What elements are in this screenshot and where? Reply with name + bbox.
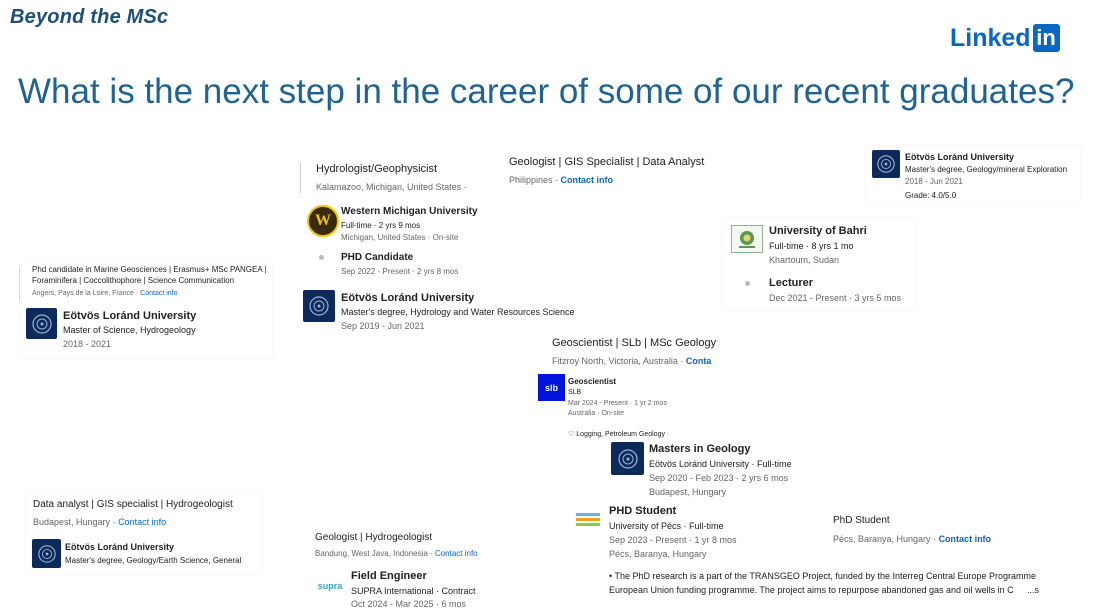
contact-info-link[interactable]: Contact info: [561, 175, 614, 185]
profile-headline: PhD Student: [833, 515, 890, 526]
school-name[interactable]: Eötvös Loránd University: [341, 292, 474, 304]
employment-type: Full-time · 8 yrs 1 mo: [769, 241, 854, 251]
supra-logo-icon: supra: [313, 571, 347, 601]
page-title: What is the next step in the career of s…: [18, 72, 1075, 111]
profile-location: Budapest, Hungary ·: [33, 517, 119, 527]
wmu-logo-letter: W: [315, 212, 331, 229]
wmu-logo-icon: W: [307, 205, 339, 237]
school-name[interactable]: Eötvös Loránd University: [905, 152, 1014, 162]
skills-text: Logging, Petroleum Geology ·: [576, 431, 670, 438]
dates-text: Sep 2019 - Jun 2021: [341, 321, 425, 331]
employment-type: Full-time · 2 yrs 9 mos: [341, 221, 421, 230]
pecs-logo-icon: [574, 508, 602, 530]
profile-card-marine-geosciences: Phd candidate in Marine Geosciences | Er…: [19, 262, 272, 358]
timeline-dot: [319, 255, 324, 260]
elte-seal-icon: [32, 539, 61, 568]
grade-text: Grade: 4.0/5.0: [905, 191, 957, 200]
profile-headline: Geologist | Hydrogeologist: [315, 532, 433, 543]
dates-text: Sep 2020 - Feb 2023 · 2 yrs 6 mos: [649, 473, 789, 483]
logo-bar: [576, 517, 600, 521]
timeline-dot: [745, 281, 750, 286]
linkedin-logo: Linked in: [950, 24, 1060, 52]
role-dates: Dec 2021 - Present · 3 yrs 5 mos: [769, 293, 902, 303]
organization-name: SUPRA International · Contract: [351, 586, 476, 596]
profile-location: Pécs, Baranya, Hungary ·: [833, 534, 939, 544]
profile-card-data-analyst: Data analyst | GIS specialist | Hydrogeo…: [26, 494, 262, 574]
degree-text: Master's degree, Geology/mineral Explora…: [905, 165, 1068, 174]
profile-headline: Phd candidate in Marine Geosciences | Er…: [32, 265, 267, 274]
dates-text: Sep 2023 - Present · 1 yr 8 mos: [609, 535, 737, 545]
profile-location: Kalamazoo, Michigan, United States ·: [316, 182, 467, 192]
contact-info-link[interactable]: Contact info: [118, 517, 166, 527]
profile-card-university-bahri: University of Bahri Full-time · 8 yrs 1 …: [722, 218, 914, 310]
skills-icon: ♡: [568, 431, 577, 438]
organization-name[interactable]: Western Michigan University: [341, 206, 478, 217]
contact-info-link[interactable]: Contact info: [435, 549, 478, 558]
role-dates: Sep 2022 - Present · 2 yrs 8 mos: [341, 267, 459, 276]
card-divider: [19, 266, 20, 302]
profile-headline: Geoscientist | SLb | MSc Geology: [552, 337, 717, 349]
contact-info-link[interactable]: Conta: [686, 356, 712, 366]
see-more-link[interactable]: ...s: [1024, 585, 1039, 595]
logo-bar: [576, 522, 600, 526]
organization-name[interactable]: University of Bahri: [769, 225, 867, 237]
degree-text: Master of Science, Hydrogeology: [63, 325, 196, 335]
skills-row: ♡ Logging, Petroleum Geology ·: [568, 430, 669, 438]
slb-logo-text: slb: [544, 382, 558, 393]
elte-seal-icon: [26, 308, 57, 339]
profile-location: Fitzroy North, Victoria, Australia ·: [552, 356, 686, 366]
dates-text: Oct 2024 - Mar 2025 · 6 mos: [351, 599, 467, 609]
organization-location: Pécs, Baranya, Hungary: [609, 549, 707, 559]
brand-title: Beyond the MSc: [10, 6, 169, 28]
description-line: • The PhD research is a part of the TRAN…: [609, 571, 1037, 581]
degree-title[interactable]: Masters in Geology: [649, 443, 750, 455]
profile-headline: Foraminifera | Coccolithophore | Science…: [32, 276, 235, 285]
linkedin-logo-box: in: [1032, 24, 1060, 52]
profile-headline: Geologist | GIS Specialist | Data Analys…: [509, 156, 705, 168]
elte-seal-icon: [303, 290, 335, 322]
profile-card-geologist-gis: Geologist | GIS Specialist | Data Analys…: [500, 150, 708, 194]
contact-info-link[interactable]: Contact info: [939, 534, 992, 544]
school-name[interactable]: Eötvös Loránd University: [63, 310, 196, 322]
dates-text: 2018 - 2021: [63, 339, 112, 349]
supra-logo-text: supra: [317, 581, 343, 591]
role-title[interactable]: PHD Student: [609, 505, 676, 517]
organization-name: University of Pécs · Full-time: [609, 521, 724, 531]
contact-info-link[interactable]: Contact info: [140, 290, 177, 297]
description-text: European Union funding programme. The pr…: [609, 585, 1014, 595]
role-title[interactable]: Geoscientist: [568, 377, 616, 386]
profile-location: Angers, Pays de la Loire, France ·: [32, 290, 141, 297]
organization-location: Michigan, United States · On-site: [341, 233, 459, 242]
school-name[interactable]: Eötvös Loránd University: [65, 542, 174, 552]
profile-card-geoscientist-slb: Geoscientist | SLb | MSc Geology Fitzroy…: [530, 330, 800, 500]
school-location: Budapest, Hungary: [649, 487, 727, 497]
profile-location: Bandung, West Java, Indonesia ·: [315, 549, 435, 558]
dates-text: 2018 - Jun 2021: [905, 177, 963, 186]
card-divider: [300, 163, 301, 193]
profile-headline: Hydrologist/Geophysicist: [316, 163, 438, 175]
bahri-logo-icon: [731, 225, 763, 253]
organization-location: Khartoum, Sudan: [769, 255, 840, 265]
profile-card-mineral-exploration: Eötvös Loránd University Master's degree…: [866, 146, 1080, 204]
profile-card-phd-student: PHD Student University of Pécs · Full-ti…: [570, 500, 1058, 614]
profile-card-geologist-hydrogeologist: Geologist | Hydrogeologist Bandung, West…: [310, 526, 504, 614]
degree-text: Master's degree, Geology/Earth Science, …: [65, 556, 242, 565]
role-title[interactable]: Lecturer: [769, 277, 813, 289]
dates-text: Mar 2024 - Present · 1 yr 2 mos: [568, 400, 667, 407]
elte-seal-icon: [872, 150, 900, 178]
slb-logo-icon: slb: [538, 374, 565, 401]
organization-name: SLB: [568, 389, 582, 396]
linkedin-logo-text: Linked: [950, 24, 1031, 52]
overlay-headline-card: PhD Student Pécs, Baranya, Hungary · Con…: [824, 500, 1054, 552]
school-line: Eötvös Loránd University · Full-time: [649, 459, 792, 469]
description-line: European Union funding programme. The pr…: [609, 585, 1039, 595]
profile-headline: Data analyst | GIS specialist | Hydrogeo…: [33, 499, 233, 510]
organization-location: Australia · On-site: [568, 410, 625, 417]
role-title[interactable]: Field Engineer: [351, 570, 427, 582]
degree-text: Master's degree, Hydrology and Water Res…: [341, 307, 575, 317]
logo-bar: [576, 512, 600, 516]
elte-seal-icon: [611, 442, 644, 475]
role-title[interactable]: PHD Candidate: [341, 252, 413, 263]
profile-location: Philippines ·: [509, 175, 561, 185]
